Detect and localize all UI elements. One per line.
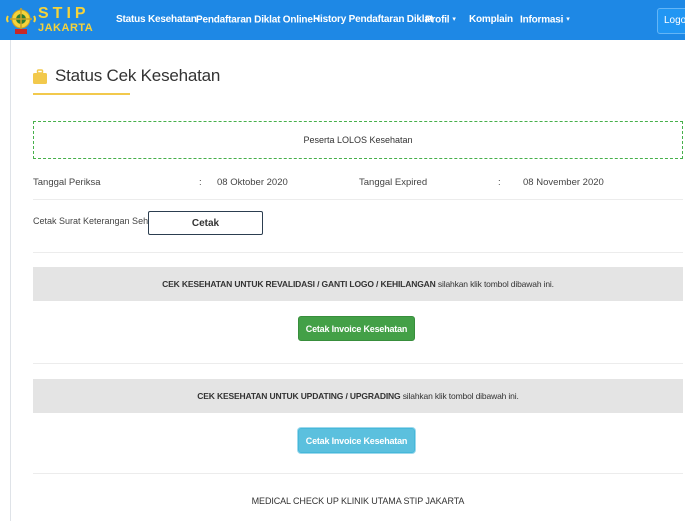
nav-profil[interactable]: Profil ▾ <box>425 0 456 40</box>
divider <box>33 199 683 200</box>
divider <box>33 363 683 364</box>
brand-logo[interactable]: STIP JAKARTA <box>6 2 93 38</box>
divider <box>33 252 683 253</box>
nav-label: History Pendaftaran Diklat <box>313 14 433 25</box>
nav-komplain[interactable]: Komplain <box>469 0 513 40</box>
nav-label: Pendaftaran Diklat Online <box>196 14 313 26</box>
title-underline <box>33 93 130 95</box>
nav-label: Profil <box>425 14 450 26</box>
print-certificate-button[interactable]: Cetak <box>148 211 263 235</box>
nav-label: Status Kesehatan <box>116 14 197 25</box>
clinic-footer-text: MEDICAL CHECK UP KLINIK UTAMA STIP JAKAR… <box>251 496 465 506</box>
revalidation-info-bold: CEK KESEHATAN UNTUK REVALIDASI / GANTI L… <box>162 279 436 289</box>
logout-button[interactable]: Logout <box>657 8 685 34</box>
brand-name-jakarta: JAKARTA <box>38 22 94 34</box>
health-status-box: Peserta LOLOS Kesehatan <box>33 121 683 159</box>
page-title: Status Cek Kesehatan <box>55 66 221 85</box>
check-date-separator: : <box>199 177 202 188</box>
caret-down-icon: ▾ <box>452 16 456 23</box>
nav-label: Komplain <box>469 14 513 25</box>
check-date-label: Tanggal Periksa <box>33 177 101 188</box>
upgrading-info-bar: CEK KESEHATAN UNTUK UPDATING / UPGRADING… <box>33 379 683 413</box>
print-invoice-upgrading-button[interactable]: Cetak Invoice Kesehatan <box>298 428 415 453</box>
nav-history-pendaftaran-diklat[interactable]: History Pendaftaran Diklat <box>313 0 433 40</box>
stip-emblem-icon <box>6 4 36 36</box>
caret-down-icon: ▾ <box>566 16 570 23</box>
nav-informasi[interactable]: Informasi ▾ <box>520 0 570 40</box>
revalidation-info-bar: CEK KESEHATAN UNTUK REVALIDASI / GANTI L… <box>33 267 683 301</box>
nav-status-kesehatan[interactable]: Status Kesehatan <box>116 0 197 40</box>
expired-date-value: 08 November 2020 <box>523 177 604 188</box>
revalidation-info-text: silahkan klik tombol dibawah ini. <box>435 279 554 289</box>
expired-date-label: Tanggal Expired <box>359 177 428 188</box>
nav-pendaftaran-diklat-online[interactable]: Pendaftaran Diklat Online ▾ <box>196 0 319 40</box>
briefcase-icon <box>33 68 47 84</box>
top-navbar: STIP JAKARTA Status Kesehatan Pendaftara… <box>0 0 685 40</box>
status-message: Peserta LOLOS Kesehatan <box>303 135 413 145</box>
nav-label: Informasi <box>520 14 564 26</box>
upgrading-info-bold: CEK KESEHATAN UNTUK UPDATING / UPGRADING <box>197 391 401 401</box>
divider <box>33 473 683 474</box>
check-date-value: 08 Oktober 2020 <box>217 177 288 188</box>
brand-text: STIP JAKARTA <box>38 6 93 34</box>
brand-name-stip: STIP <box>38 5 90 22</box>
print-invoice-revalidation-button[interactable]: Cetak Invoice Kesehatan <box>298 316 415 341</box>
upgrading-info-text: silahkan klik tombol dibawah ini. <box>400 391 519 401</box>
content-edge-line <box>10 40 11 521</box>
print-certificate-label: Cetak Surat Keterangan Sehat : <box>33 216 161 226</box>
expired-date-separator: : <box>498 177 501 188</box>
page-header: Status Cek Kesehatan <box>33 64 220 88</box>
